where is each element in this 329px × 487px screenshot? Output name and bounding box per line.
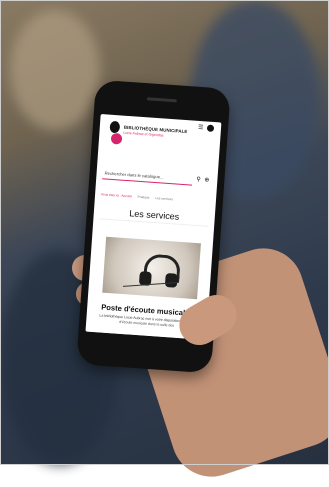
site-header: BIBLIOTHÈQUE MUNICIPALE Lucie Aubrac et … — [98, 114, 221, 162]
search-placeholder: Rechercher dans le catalogue... — [104, 170, 164, 180]
breadcrumb-current: Les services — [155, 196, 174, 202]
headphones-image — [102, 236, 201, 300]
breadcrumb-home[interactable]: Vous êtes ici : Accueil — [101, 192, 132, 198]
search-input[interactable]: Rechercher dans le catalogue... — [102, 168, 193, 186]
logo-dot — [110, 132, 123, 145]
phone-speaker — [146, 97, 177, 103]
zoom-icon[interactable]: ⊕ — [204, 176, 210, 183]
headphones-cup-right — [164, 272, 178, 288]
list-icon[interactable]: ☰ — [198, 125, 205, 131]
user-icon[interactable] — [206, 124, 215, 132]
search-icon[interactable]: ⚲ — [196, 176, 201, 183]
logo-silhouette — [109, 120, 121, 134]
breadcrumb-practical[interactable]: Pratique — [137, 195, 149, 200]
background-highlight — [10, 10, 100, 130]
library-logo[interactable] — [107, 120, 123, 145]
breadcrumb: Vous êtes ici : Accueil Pratique Les ser… — [101, 192, 178, 201]
